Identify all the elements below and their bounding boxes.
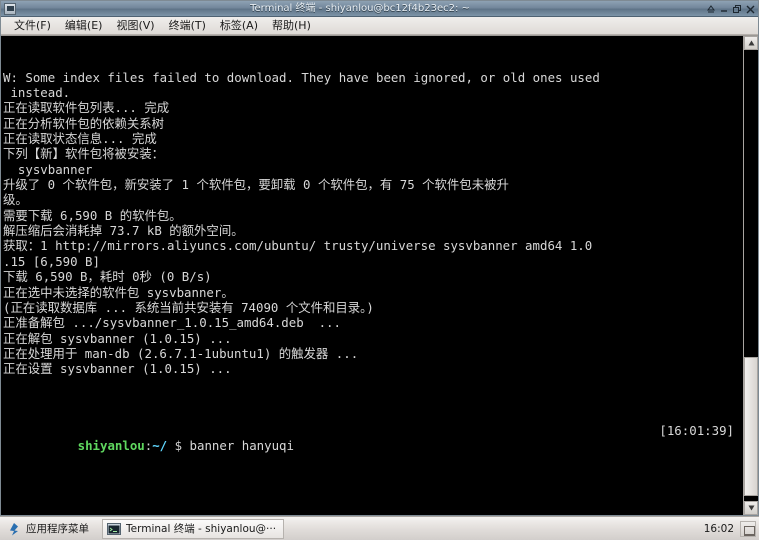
- prompt-symbol: $: [174, 437, 183, 453]
- maximize-button[interactable]: [731, 3, 743, 15]
- terminal-output-line: .15 [6,590 B]: [3, 253, 100, 269]
- menu-terminal[interactable]: 终端(T): [162, 18, 213, 34]
- menu-edit[interactable]: 编辑(E): [58, 18, 110, 34]
- terminal-output-line: 正在设置 sysvbanner (1.0.15) ...: [3, 361, 232, 377]
- terminal-output-line: 需要下载 6,590 B 的软件包。: [3, 207, 182, 223]
- terminal-output-line: 获取：1 http://mirrors.aliyuncs.com/ubuntu/…: [3, 238, 593, 254]
- terminal-output-line: 正准备解包 .../sysvbanner_1.0.15_amd64.deb ..…: [3, 315, 341, 331]
- terminal-area: W: Some index files failed to download. …: [1, 35, 758, 515]
- terminal-output-line: 正在读取软件包列表... 完成: [3, 100, 170, 116]
- show-desktop-button[interactable]: [740, 520, 756, 537]
- menu-tabs[interactable]: 标签(A): [213, 18, 265, 34]
- terminal-output-line: 正在解包 sysvbanner (1.0.15) ...: [3, 330, 232, 346]
- application-menu-label: 应用程序菜单: [26, 523, 89, 535]
- window-titlebar[interactable]: Terminal 终端 - shiyanlou@bc12f4b23ec2: ~: [1, 1, 758, 17]
- terminal-output-line: 下载 6,590 B，耗时 0秒 (0 B/s): [3, 269, 212, 285]
- terminal-output-line: (正在读取数据库 ... 系统当前共安装有 74090 个文件和目录。): [3, 299, 374, 315]
- close-button[interactable]: [744, 3, 756, 15]
- window-title: Terminal 终端 - shiyanlou@bc12f4b23ec2: ~: [250, 2, 470, 14]
- menu-help[interactable]: 帮助(H): [265, 18, 318, 34]
- taskbar-item-terminal[interactable]: Terminal 终端 - shiyanlou@···: [102, 518, 285, 539]
- terminal-output-line: 解压缩后会消耗掉 73.7 kB 的额外空间。: [3, 223, 244, 239]
- terminal-output-line: W: Some index files failed to download. …: [3, 69, 600, 85]
- terminal-scrollbar[interactable]: [743, 36, 758, 515]
- taskbar-clock[interactable]: 16:02: [704, 523, 740, 535]
- menu-view[interactable]: 视图(V): [109, 18, 161, 34]
- command-prompt-line: shiyanlou:~/ $ banner hanyuqi [16:01:39]: [3, 423, 743, 484]
- terminal-output-line: instead.: [3, 85, 71, 101]
- scrollbar-thumb[interactable]: [744, 356, 758, 497]
- terminal-screen[interactable]: W: Some index files failed to download. …: [1, 36, 743, 515]
- terminal-output-line: 正在选中未选择的软件包 sysvbanner。: [3, 284, 234, 300]
- terminal-output-line: 下列【新】软件包将被安装：: [3, 146, 165, 162]
- terminal-output: W: Some index files failed to download. …: [3, 70, 743, 377]
- terminal-window: Terminal 终端 - shiyanlou@bc12f4b23ec2: ~ …: [0, 0, 759, 516]
- minimize-button[interactable]: [718, 3, 730, 15]
- shade-button[interactable]: [705, 3, 717, 15]
- terminal-icon: [4, 2, 16, 15]
- taskbar-item-label: Terminal 终端 - shiyanlou@···: [126, 523, 277, 535]
- prompt-path: ~/: [152, 437, 168, 453]
- menubar: 文件(F) 编辑(E) 视图(V) 终端(T) 标签(A) 帮助(H): [1, 17, 758, 35]
- command-timestamp: [16:01:39]: [659, 422, 734, 438]
- menu-file[interactable]: 文件(F): [7, 18, 58, 34]
- taskbar: 应用程序菜单 Terminal 终端 - shiyanlou@··· 16:02: [0, 516, 759, 540]
- terminal-output-line: 正在读取状态信息... 完成: [3, 131, 157, 147]
- terminal-output-line: 正在分析软件包的依赖关系树: [3, 115, 165, 131]
- scroll-down-button[interactable]: [744, 501, 758, 515]
- application-menu-button[interactable]: 应用程序菜单: [3, 519, 96, 539]
- prompt-user: shiyanlou: [77, 437, 145, 453]
- terminal-output-line: 级。: [3, 192, 28, 208]
- desktop: Terminal 终端 - shiyanlou@bc12f4b23ec2: ~ …: [0, 0, 759, 540]
- scroll-up-button[interactable]: [744, 36, 758, 50]
- terminal-output-line: 正在处理用于 man-db (2.6.7.1-1ubuntu1) 的触发器 ..…: [3, 345, 359, 361]
- terminal-output-line: sysvbanner: [3, 161, 93, 177]
- xfce-mouse-icon: [7, 522, 21, 536]
- scrollbar-track[interactable]: [744, 50, 758, 501]
- terminal-icon: [107, 522, 121, 536]
- typed-command: banner hanyuqi: [182, 437, 294, 453]
- terminal-output-line: 升级了 0 个软件包，新安装了 1 个软件包，要卸载 0 个软件包，有 75 个…: [3, 177, 509, 193]
